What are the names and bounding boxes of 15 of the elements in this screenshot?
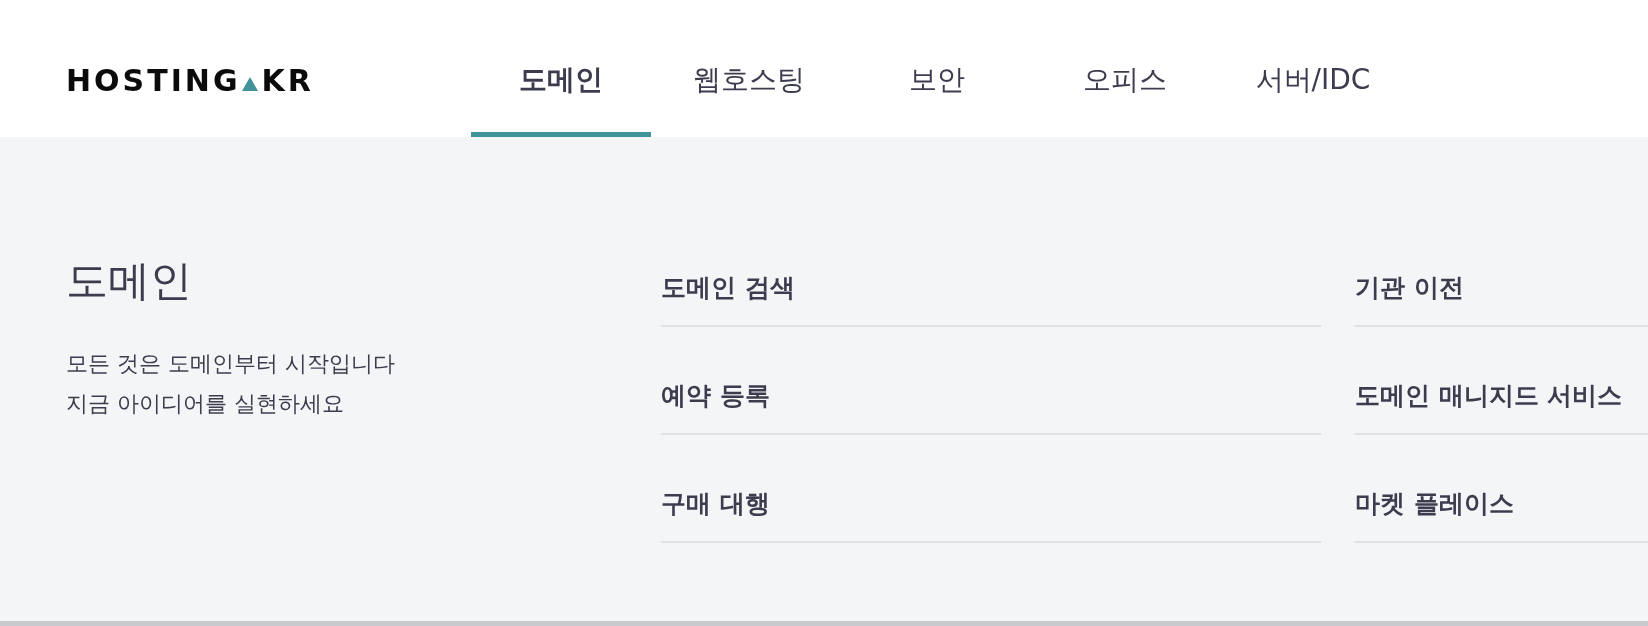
menu-link[interactable]: 마켓 플레이스	[1355, 487, 1514, 521]
nav-tab[interactable]: 보안	[847, 0, 1027, 137]
menu-link[interactable]: 도메인 매니지드 서비스	[1355, 379, 1623, 413]
panel-title: 도메인	[66, 255, 193, 307]
panel-description: 모든 것은 도메인부터 시작입니다	[66, 350, 396, 378]
menu-link[interactable]: 예약 등록	[661, 379, 770, 413]
panel-description: 지금 아이디어를 실현하세요	[66, 390, 345, 418]
triangle-icon	[241, 76, 258, 91]
nav-tab[interactable]: 오피스	[1035, 0, 1215, 137]
nav-tab[interactable]: 웹호스팅	[659, 0, 839, 137]
site-logo[interactable]: HOSTING KR	[66, 68, 314, 93]
menu-link[interactable]: 기관 이전	[1355, 271, 1464, 305]
menu-link[interactable]: 구매 대행	[661, 487, 770, 521]
menu-link[interactable]: 도메인 검색	[661, 271, 795, 305]
nav-tab[interactable]: 서버/IDC	[1223, 0, 1403, 137]
